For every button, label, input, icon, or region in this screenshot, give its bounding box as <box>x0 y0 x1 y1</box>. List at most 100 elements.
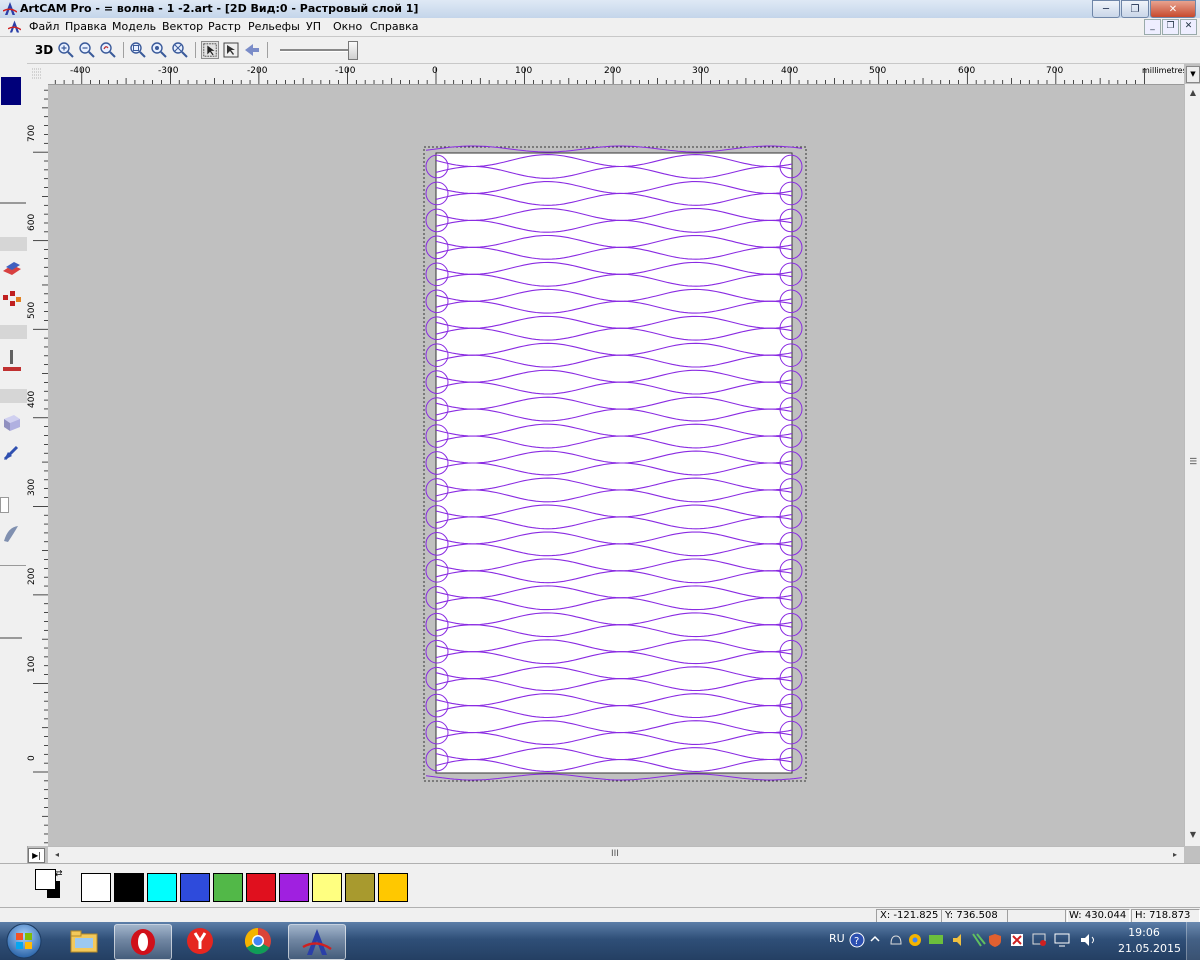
dock-divider <box>0 637 22 639</box>
display-tray-icon[interactable] <box>1054 933 1070 947</box>
chrome-tray-icon[interactable] <box>909 934 921 946</box>
flag-tray-icon[interactable] <box>1011 934 1023 946</box>
status-y-coordinate: Y: 736.508 <box>941 909 1008 923</box>
scroll-thumb-grip[interactable]: III <box>611 849 619 859</box>
swatch-light-yellow[interactable] <box>312 873 342 902</box>
menu-vector[interactable]: Вектор <box>162 20 203 33</box>
menu-edit[interactable]: Правка <box>65 20 107 33</box>
taskbar-clock[interactable]: 19:06 21.05.2015 <box>1118 925 1181 957</box>
ruler-label: -400 <box>70 66 91 76</box>
scroll-right-arrow[interactable]: ▸ <box>1168 848 1182 862</box>
scroll-thumb-grip[interactable]: III <box>1187 457 1197 465</box>
menu-model[interactable]: Модель <box>112 20 156 33</box>
swatch-olive[interactable] <box>345 873 375 902</box>
zoom-slider-thumb[interactable] <box>348 41 358 60</box>
taskbar-artcam[interactable] <box>288 924 346 960</box>
ruler-corner[interactable] <box>27 64 49 85</box>
dock-band <box>0 237 27 251</box>
toolbar-separator <box>267 42 268 58</box>
swatch-green[interactable] <box>213 873 243 902</box>
tray-expand-icon[interactable] <box>870 935 880 942</box>
speaker-alt-icon[interactable] <box>953 934 961 946</box>
view-3d-button[interactable]: 3D <box>33 41 55 59</box>
maximize-button[interactable]: ❐ <box>1121 0 1149 18</box>
toolpath-tool-icon[interactable] <box>2 349 22 375</box>
mdi-close-button[interactable]: ✕ <box>1180 19 1197 35</box>
taskbar-chrome[interactable] <box>230 924 286 958</box>
help-icon[interactable]: ? <box>849 932 865 948</box>
language-indicator[interactable]: RU <box>829 932 845 945</box>
ruler-label: 400 <box>781 66 799 76</box>
taskbar-explorer[interactable] <box>56 924 112 958</box>
primary-secondary-colour[interactable]: ⇄ <box>35 869 63 901</box>
shield-tray-icon[interactable] <box>989 934 1001 947</box>
zoom-all-icon[interactable] <box>171 41 189 59</box>
yandex-browser-icon <box>187 928 213 954</box>
network-tray-icon[interactable] <box>929 935 943 944</box>
units-dropdown-button[interactable]: ▼ <box>1186 66 1200 83</box>
relief-tool-icon[interactable] <box>2 259 22 277</box>
horizontal-scrollbar[interactable]: ▶| ◂ III ▸ <box>28 846 1184 863</box>
shapes-tool-icon[interactable] <box>2 289 22 311</box>
menu-file[interactable]: Файл <box>29 20 59 33</box>
zoom-slider-track[interactable] <box>280 49 352 52</box>
minimize-button[interactable]: ─ <box>1092 0 1120 18</box>
swatch-white[interactable] <box>81 873 111 902</box>
ruler-label: 200 <box>604 66 622 76</box>
menu-help[interactable]: Справка <box>370 20 418 33</box>
swatch-purple[interactable] <box>279 873 309 902</box>
network-error-icon[interactable] <box>1032 933 1046 946</box>
scroll-down-arrow[interactable]: ▼ <box>1186 828 1200 842</box>
opera-icon <box>131 929 155 955</box>
taskbar-yandex[interactable] <box>172 924 228 958</box>
menu-toolpaths[interactable]: УП <box>306 20 321 33</box>
menu-reliefs[interactable]: Рельефы <box>248 20 300 33</box>
dock-small-field[interactable] <box>0 497 9 513</box>
notification-bell-icon[interactable] <box>890 935 902 945</box>
left-dock-strip: ◂ ▸ Пр <box>0 37 28 896</box>
sculpt-tool-icon[interactable] <box>2 523 22 545</box>
swatch-black[interactable] <box>114 873 144 902</box>
zoom-in-icon[interactable] <box>57 41 75 59</box>
import-tool-icon[interactable] <box>2 443 22 463</box>
menu-bitmap[interactable]: Растр <box>208 20 241 33</box>
document-icon[interactable] <box>8 19 21 34</box>
vertical-ruler[interactable]: 700 600 500 400 300 200 100 0 <box>27 84 49 846</box>
colour-palette: ⇄ <box>0 863 1200 908</box>
swatch-gold[interactable] <box>378 873 408 902</box>
zoom-fit-icon[interactable] <box>150 41 168 59</box>
select-bitmap-icon[interactable] <box>222 41 240 59</box>
menu-window[interactable]: Окно <box>333 20 362 33</box>
taskbar-opera[interactable] <box>114 924 172 960</box>
ruler-label: 0 <box>27 755 37 761</box>
show-desktop-button[interactable] <box>1186 922 1200 960</box>
swatch-blue[interactable] <box>180 873 210 902</box>
artcam-app-icon[interactable] <box>3 1 17 16</box>
dock-panel-tab[interactable] <box>1 77 21 105</box>
drawing-canvas[interactable] <box>48 85 1184 846</box>
mdi-restore-button[interactable]: ❐ <box>1162 19 1179 35</box>
close-button[interactable]: ✕ <box>1150 0 1196 18</box>
status-bar: X: -121.825 Y: 736.508 W: 430.044 H: 718… <box>0 907 1200 923</box>
dock-divider <box>0 202 26 204</box>
update-tray-icon[interactable] <box>972 933 986 947</box>
sheet-tab-button[interactable]: ▶| <box>28 848 45 863</box>
volume-icon[interactable] <box>1081 934 1094 946</box>
artwork[interactable] <box>48 85 1184 846</box>
back-arrow-icon[interactable] <box>243 41 261 59</box>
scroll-left-arrow[interactable]: ◂ <box>50 848 64 862</box>
scroll-up-arrow[interactable]: ▲ <box>1186 86 1200 100</box>
zoom-out-icon[interactable] <box>78 41 96 59</box>
start-button-icon[interactable] <box>4 922 44 960</box>
zoom-box-icon[interactable] <box>129 41 147 59</box>
block-tool-icon[interactable] <box>2 413 22 433</box>
select-vectors-icon[interactable] <box>201 41 219 59</box>
swatch-cyan[interactable] <box>147 873 177 902</box>
mdi-minimize-button[interactable]: _ <box>1144 19 1161 35</box>
horizontal-ruler[interactable]: -400 -300 -200 -100 0 100 200 300 400 50… <box>48 64 1184 85</box>
wave-cap-vector[interactable] <box>425 773 803 781</box>
vertical-scrollbar[interactable]: ▲ III ▼ <box>1184 84 1200 846</box>
ruler-label: 300 <box>27 478 37 496</box>
swatch-red[interactable] <box>246 873 276 902</box>
zoom-previous-icon[interactable] <box>99 41 117 59</box>
